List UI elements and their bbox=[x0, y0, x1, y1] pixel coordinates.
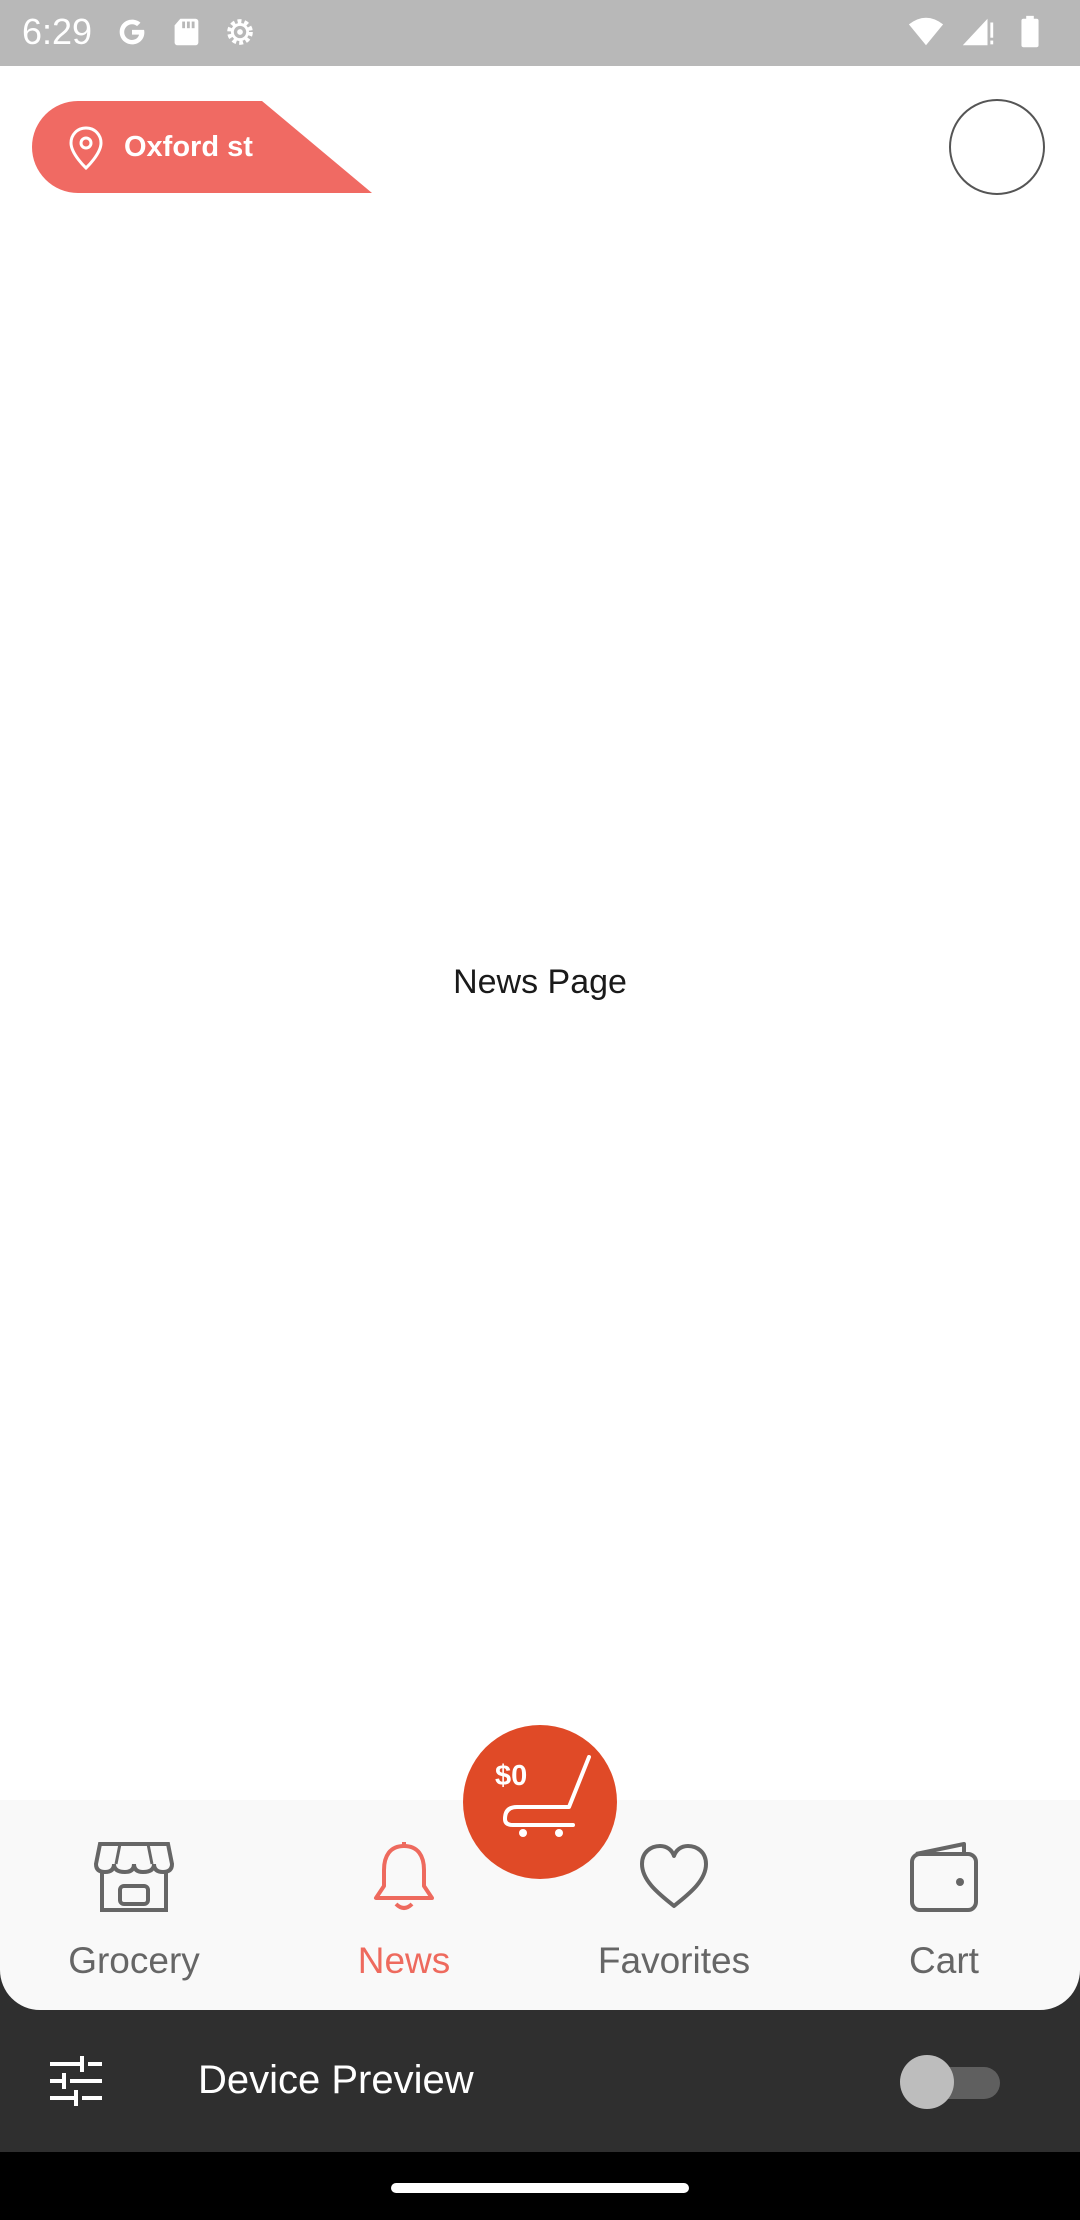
nav-label-grocery: Grocery bbox=[68, 1940, 200, 1981]
toggle-thumb bbox=[900, 2055, 954, 2109]
location-selector[interactable]: Oxford st bbox=[32, 101, 372, 193]
signal-icon bbox=[958, 12, 998, 52]
location-label: Oxford st bbox=[124, 131, 253, 163]
device-preview-label: Device Preview bbox=[198, 2058, 474, 2102]
device-preview-toggle[interactable] bbox=[900, 2055, 1004, 2109]
status-icons-left bbox=[112, 12, 260, 52]
cart-total-button[interactable]: $0 bbox=[463, 1725, 617, 1879]
nav-label-favorites: Favorites bbox=[597, 1940, 751, 1981]
nav-item-grocery[interactable]: Grocery bbox=[24, 1800, 244, 2010]
status-time: 6:29 bbox=[22, 11, 93, 52]
cart-total-amount: $0 bbox=[495, 1760, 528, 1792]
google-icon bbox=[112, 12, 152, 52]
heart-icon bbox=[640, 1844, 708, 1908]
home-gesture-handle[interactable] bbox=[391, 2183, 689, 2193]
battery-icon bbox=[1010, 12, 1050, 52]
avatar[interactable] bbox=[949, 99, 1045, 195]
status-icons-right bbox=[906, 12, 1050, 52]
page-title: News Page bbox=[453, 963, 627, 1001]
sd-card-icon bbox=[166, 12, 206, 52]
store-icon bbox=[93, 1842, 175, 1912]
wifi-icon bbox=[906, 12, 946, 52]
wallet-icon bbox=[910, 1842, 978, 1912]
bell-icon bbox=[374, 1842, 434, 1910]
tune-icon[interactable] bbox=[48, 2056, 104, 2106]
device-preview-bar: Device Preview bbox=[0, 1970, 1080, 2152]
status-bar: 6:29 bbox=[0, 0, 1080, 66]
settings-icon bbox=[220, 12, 260, 52]
system-navigation-bar bbox=[0, 2152, 1080, 2220]
nav-label-news: News bbox=[357, 1940, 451, 1981]
location-pin-icon bbox=[69, 126, 103, 171]
nav-item-cart[interactable]: Cart bbox=[834, 1800, 1054, 2010]
nav-label-cart: Cart bbox=[909, 1940, 979, 1981]
